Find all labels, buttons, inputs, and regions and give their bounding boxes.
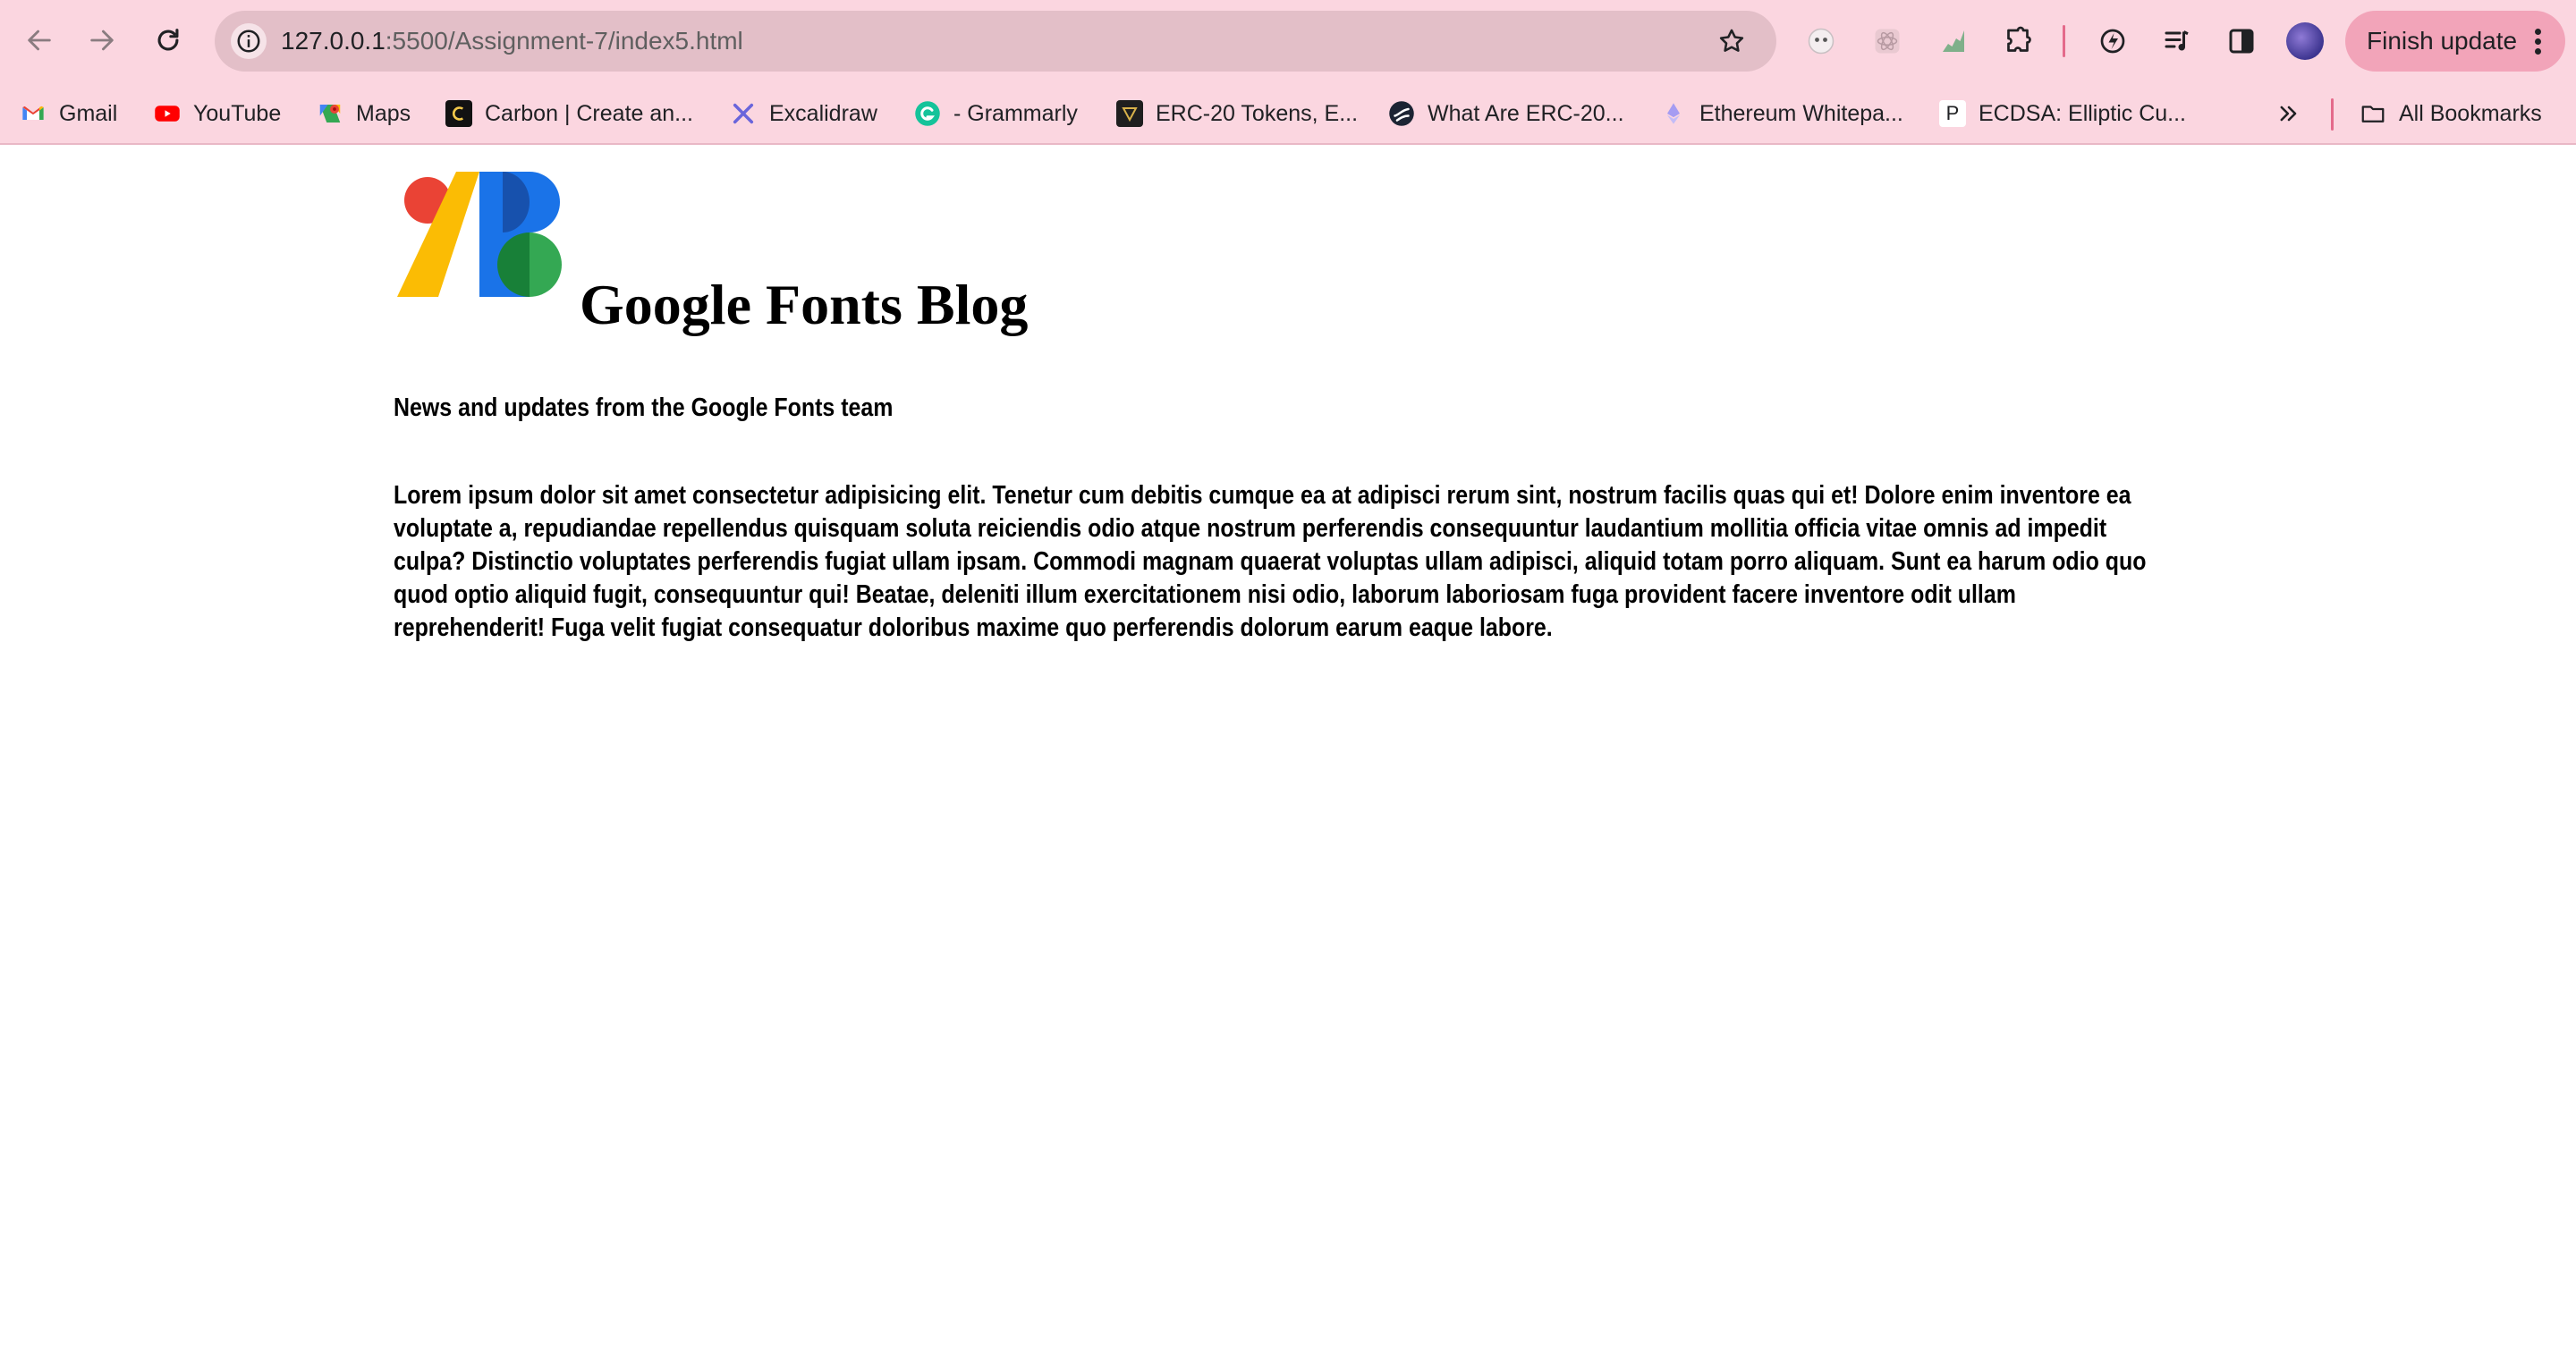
bookmarks-bar: Gmail YouTube Maps Carbon | Create an...… bbox=[0, 84, 2576, 145]
bookmark-label: Carbon | Create an... bbox=[485, 101, 694, 126]
carbon-icon bbox=[445, 100, 472, 127]
gmail-icon bbox=[20, 100, 47, 127]
arrow-right-icon bbox=[90, 30, 114, 51]
back-button[interactable] bbox=[14, 15, 64, 65]
bookmark-label: Excalidraw bbox=[769, 101, 877, 126]
bookmark-ethereum-whitepaper[interactable]: Ethereum Whitepa... bbox=[1660, 97, 1903, 131]
forward-button[interactable] bbox=[77, 15, 127, 65]
bookmark-grammarly[interactable]: - Grammarly bbox=[914, 97, 1078, 131]
bookmarks-divider bbox=[2331, 98, 2334, 131]
ethereum-icon bbox=[1660, 100, 1687, 127]
bookmark-carbon[interactable]: Carbon | Create an... bbox=[445, 97, 693, 131]
excalidraw-icon bbox=[730, 100, 757, 127]
bookmarks-overflow-button[interactable] bbox=[2275, 97, 2315, 131]
bookmark-label: - Grammarly bbox=[953, 101, 1078, 126]
bookmark-youtube[interactable]: YouTube bbox=[154, 97, 281, 131]
all-bookmarks-button[interactable]: All Bookmarks bbox=[2360, 97, 2542, 131]
extension-panda-icon[interactable] bbox=[1800, 20, 1843, 63]
site-info-icon[interactable] bbox=[231, 23, 267, 59]
page-tagline: News and updates from the Google Fonts t… bbox=[394, 393, 894, 422]
bookmark-label: Gmail bbox=[59, 101, 118, 126]
grammarly-icon bbox=[914, 100, 941, 127]
ecdsa-icon: P bbox=[1939, 100, 1966, 127]
extension-dinosaur-icon[interactable] bbox=[1932, 20, 1975, 63]
erc20-article-icon bbox=[1388, 100, 1415, 127]
google-fonts-logo bbox=[397, 172, 562, 297]
bookmark-label: Ethereum Whitepa... bbox=[1699, 101, 1903, 126]
bookmark-label: What Are ERC-20... bbox=[1428, 101, 1624, 126]
bookmark-label: Maps bbox=[356, 101, 411, 126]
url-host: 127.0.0.1 bbox=[281, 27, 386, 55]
finish-update-label: Finish update bbox=[2367, 27, 2518, 55]
bookmark-star-icon[interactable] bbox=[1714, 23, 1750, 59]
erc20-icon bbox=[1116, 100, 1143, 127]
extensions-puzzle-icon[interactable] bbox=[1996, 20, 2039, 63]
performance-icon[interactable] bbox=[2091, 20, 2134, 63]
page-title: Google Fonts Blog bbox=[580, 273, 1029, 336]
url-path: :5500/Assignment-7/index5.html bbox=[385, 27, 743, 55]
bookmark-excalidraw[interactable]: Excalidraw bbox=[730, 97, 877, 131]
bookmark-maps[interactable]: Maps bbox=[317, 97, 411, 131]
bookmark-ecdsa[interactable]: P ECDSA: Elliptic Cu... bbox=[1939, 97, 2186, 131]
folder-icon bbox=[2360, 100, 2386, 127]
reload-icon bbox=[157, 29, 179, 51]
side-panel-icon[interactable] bbox=[2220, 20, 2263, 63]
bookmark-label: YouTube bbox=[193, 101, 282, 126]
extension-react-icon[interactable] bbox=[1866, 20, 1909, 63]
bookmark-erc20-tokens[interactable]: ERC-20 Tokens, E... bbox=[1116, 97, 1358, 131]
all-bookmarks-label: All Bookmarks bbox=[2399, 101, 2542, 126]
profile-avatar[interactable] bbox=[2286, 22, 2324, 60]
media-controls-icon[interactable] bbox=[2156, 20, 2199, 63]
browser-toolbar: 127.0.0.1:5500/Assignment-7/index5.html … bbox=[0, 0, 2576, 84]
url-text[interactable]: 127.0.0.1:5500/Assignment-7/index5.html bbox=[281, 25, 743, 57]
arrow-left-icon bbox=[28, 30, 51, 51]
reload-button[interactable] bbox=[143, 15, 193, 65]
bookmark-label: ERC-20 Tokens, E... bbox=[1156, 101, 1359, 126]
bookmark-gmail[interactable]: Gmail bbox=[20, 97, 117, 131]
address-bar[interactable]: 127.0.0.1:5500/Assignment-7/index5.html bbox=[215, 11, 1776, 72]
bookmark-what-are-erc20[interactable]: What Are ERC-20... bbox=[1388, 97, 1624, 131]
bookmark-label: ECDSA: Elliptic Cu... bbox=[1979, 101, 2187, 126]
youtube-icon bbox=[154, 100, 181, 127]
page-content: Google Fonts Blog News and updates from … bbox=[0, 145, 2576, 1361]
maps-icon bbox=[317, 100, 343, 127]
chevron-double-right-icon bbox=[2275, 100, 2302, 127]
body-paragraph: Lorem ipsum dolor sit amet consectetur a… bbox=[394, 481, 2147, 642]
more-menu-icon[interactable] bbox=[2535, 29, 2542, 55]
finish-update-button[interactable]: Finish update bbox=[2345, 11, 2565, 72]
toolbar-divider bbox=[2063, 25, 2065, 57]
